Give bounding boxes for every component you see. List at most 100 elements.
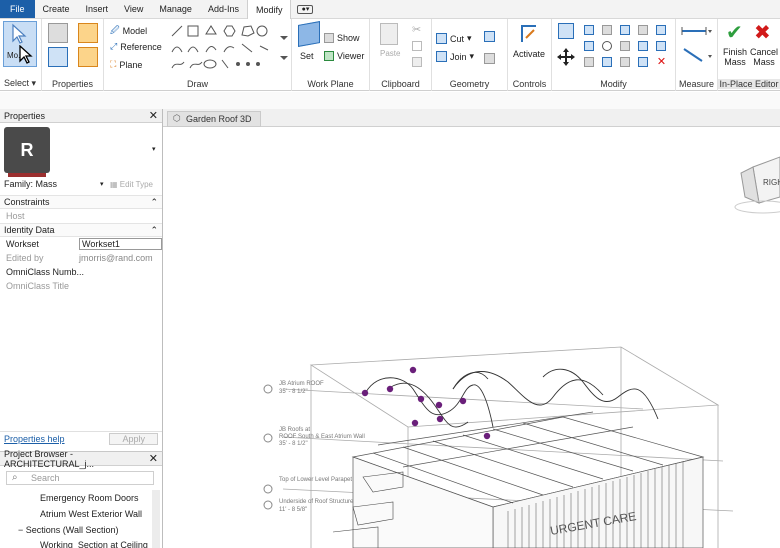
finish-mass-icon[interactable]: ✔ [726, 23, 743, 43]
reference-line-button[interactable]: ⤢ Reference [110, 41, 162, 52]
close-icon[interactable]: ✕ [149, 452, 158, 465]
tree-item-group[interactable]: − Sections (Wall Section) [18, 525, 118, 535]
tree-item[interactable]: Atrium West Exterior Wall [40, 509, 142, 519]
rotate-icon[interactable] [602, 41, 612, 51]
family-category-icon[interactable] [78, 47, 98, 67]
tab-insert[interactable]: Insert [78, 0, 117, 18]
viewcube[interactable]: RIGHT [734, 156, 780, 214]
cancel-mass-button[interactable]: Cancel Mass [750, 47, 778, 67]
identity-data-section[interactable]: Identity Data ⌃ [0, 223, 162, 237]
omniclass-number-row[interactable]: OmniClass Numb... [0, 265, 162, 279]
tree-item[interactable]: Working_Section at Ceiling [40, 540, 148, 548]
family-types-icon[interactable] [78, 23, 98, 43]
edited-by-value: jmorris@rand.com [79, 253, 153, 263]
tab-manage[interactable]: Manage [151, 0, 200, 18]
pin-icon[interactable] [656, 25, 666, 35]
model-canvas[interactable]: RIGHT [163, 127, 780, 548]
constraints-section[interactable]: Constraints ⌃ [0, 195, 162, 209]
copy-icon[interactable] [412, 41, 422, 51]
extend-icon[interactable] [602, 57, 612, 67]
properties-help-link[interactable]: Properties help [4, 434, 65, 444]
offset-icon[interactable] [584, 25, 594, 35]
level-label: JB Atrium ROOF [279, 381, 324, 387]
level-label: Underside of Roof Structure [279, 499, 354, 505]
match-type-icon[interactable] [412, 57, 422, 67]
chevron-down-icon[interactable]: ▾ [152, 145, 156, 153]
browser-scrollbar[interactable] [152, 490, 160, 548]
mirror-draw-icon[interactable] [620, 25, 630, 35]
tab-file[interactable]: File [0, 0, 35, 18]
collapse-minus-icon[interactable]: − [18, 525, 26, 535]
type-selector-thumbnail[interactable]: R [4, 127, 50, 177]
properties-panel-label: Properties [51, 79, 94, 89]
mirror-pick-icon[interactable] [602, 25, 612, 35]
view-tab-bar: Garden Roof 3D ⬡ [163, 109, 780, 127]
align-icon[interactable] [558, 23, 574, 39]
split-icon[interactable] [638, 25, 648, 35]
show-label: Show [337, 33, 360, 43]
edit-type-button[interactable]: ▦ Edit Type [110, 180, 153, 189]
properties-title: Properties [4, 110, 46, 121]
show-button[interactable]: Show [324, 33, 360, 43]
move-icon[interactable] [556, 47, 576, 67]
select-dropdown[interactable]: Select ▾ [0, 78, 41, 89]
tab-create[interactable]: Create [35, 0, 78, 18]
unpin-icon[interactable] [620, 57, 630, 67]
viewer-button[interactable]: Viewer [324, 51, 364, 61]
3d-viewport[interactable]: RIGHT [163, 127, 780, 548]
cancel-mass-icon[interactable]: ✖ [754, 23, 771, 43]
paste-icon[interactable] [380, 23, 398, 45]
omniclass-title-label: OmniClass Title [6, 281, 70, 291]
draw-panel-label: Draw [186, 79, 208, 89]
trim-icon[interactable] [620, 41, 630, 51]
panel-properties: Properties [42, 19, 104, 91]
scale-icon[interactable] [656, 41, 666, 51]
type-properties-icon[interactable] [48, 23, 68, 43]
select-label: Select [4, 78, 30, 88]
tree-item[interactable]: Emergency Room Doors [40, 493, 139, 503]
activate-icon[interactable] [520, 22, 540, 44]
paint-icon[interactable] [484, 53, 495, 64]
array-icon[interactable] [638, 41, 648, 51]
level-label: Top of Lower Level Parapet [279, 477, 352, 483]
project-browser: Project Browser - ARCHITECTURAL_j... ✕ S… [0, 449, 163, 548]
set-work-plane-icon[interactable] [298, 21, 320, 47]
group-icon[interactable] [638, 57, 648, 67]
model-line-button[interactable]: 🖉 Model [110, 23, 147, 39]
family-dropdown-icon[interactable]: ▾ [100, 180, 110, 188]
delete-icon[interactable]: ✕ [656, 57, 667, 68]
reference-label: Reference [120, 41, 162, 52]
geometry-panel-label: Geometry [449, 79, 490, 89]
copy-element-icon[interactable] [584, 41, 594, 51]
draw-tools-gallery[interactable] [168, 22, 290, 72]
workset-row: Workset Workset1 [0, 237, 162, 251]
split-face-icon[interactable] [484, 31, 495, 42]
view-tab-garden-roof-3d[interactable]: Garden Roof 3D [167, 111, 261, 127]
collapse-icon: ⌃ [150, 196, 158, 207]
cut-button[interactable]: Cut ▾ [436, 33, 472, 44]
search-placeholder: Search [31, 473, 60, 483]
edit-type-icon: ▦ [110, 179, 118, 189]
join-geometry-icon [436, 51, 447, 62]
trim-extend-icon[interactable] [584, 57, 594, 67]
workset-field[interactable]: Workset1 [79, 238, 162, 250]
measure-icon[interactable] [680, 25, 714, 65]
tab-add-ins[interactable]: Add-Ins [200, 0, 247, 18]
tab-modify[interactable]: Modify [246, 0, 292, 19]
spline-control-points[interactable] [361, 366, 491, 440]
browser-search-input[interactable]: Search [6, 471, 154, 485]
tab-view[interactable]: View [116, 0, 151, 18]
finish-mass-button[interactable]: Finish Mass [722, 47, 748, 67]
tab-options[interactable]: ●▾ [291, 0, 319, 18]
set-button[interactable]: Set [300, 51, 314, 61]
omniclass-title-row: OmniClass Title [0, 279, 162, 293]
host-row: Host [0, 209, 162, 223]
close-icon[interactable]: ✕ [149, 109, 158, 122]
cut-clip-icon[interactable]: ✂ [412, 23, 421, 36]
join-button[interactable]: Join ▾ [436, 51, 474, 62]
apply-button[interactable]: Apply [109, 432, 158, 445]
level-elevation: 35' - 8 1/2" [279, 441, 308, 447]
family-selector-row[interactable]: Family: Mass ▾ ▦ Edit Type [0, 177, 162, 191]
plane-button[interactable]: ⛶ Plane [110, 59, 142, 70]
properties-icon[interactable] [48, 47, 68, 67]
